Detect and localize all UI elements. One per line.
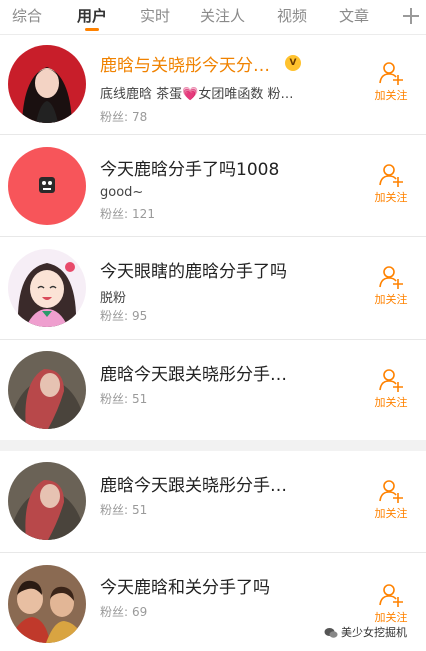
watermark: 美少女挖掘机 <box>324 624 407 640</box>
user-avatar[interactable] <box>8 462 86 540</box>
user-avatar[interactable] <box>8 565 86 643</box>
user-description: good~ <box>100 185 144 200</box>
user-name[interactable]: 鹿晗与关晓彤今天分… <box>100 51 310 76</box>
user-row[interactable]: 今天眼瞎的鹿晗分手了吗 脱粉 粉丝: 95 加关注 <box>0 237 426 340</box>
avatar-photo-icon <box>8 462 86 540</box>
add-user-icon <box>379 164 403 187</box>
user-avatar[interactable] <box>8 249 86 327</box>
fans-count: 粉丝: 69 <box>100 605 148 619</box>
avatar-photo-icon <box>8 351 86 429</box>
add-user-icon <box>379 584 403 607</box>
follow-label: 加关注 <box>374 191 408 204</box>
follow-button[interactable]: 加关注 <box>366 478 416 524</box>
tab-comprehensive[interactable]: 综合 <box>12 5 42 27</box>
add-user-icon <box>379 480 403 503</box>
user-name[interactable]: 鹿晗今天跟关晓彤分手… <box>100 471 310 496</box>
heart-icon: 💗 <box>182 87 199 102</box>
tab-realtime[interactable]: 实时 <box>140 5 170 27</box>
add-user-icon <box>379 369 403 392</box>
user-name[interactable]: 今天鹿晗分手了吗1008 <box>100 155 310 180</box>
section-divider <box>0 440 426 451</box>
tab-articles[interactable]: 文章 <box>339 5 369 27</box>
follow-button[interactable]: 加关注 <box>366 367 416 413</box>
add-tab-icon[interactable] <box>402 7 420 25</box>
fans-count: 粉丝: 78 <box>100 110 148 124</box>
user-description: 脱粉 <box>100 291 127 306</box>
follow-button[interactable]: 加关注 <box>366 60 416 106</box>
fans-count: 粉丝: 95 <box>100 309 148 323</box>
avatar-anime-icon <box>8 249 86 327</box>
wechat-icon <box>324 628 338 638</box>
follow-button[interactable]: 加关注 <box>366 264 416 310</box>
add-user-icon <box>379 266 403 289</box>
user-row[interactable]: 今天鹿晗分手了吗1008 good~ 粉丝: 121 加关注 <box>0 135 426 237</box>
user-description: 底线鹿晗 茶蛋💗女团唯函数 粉… <box>100 87 294 102</box>
active-tab-indicator <box>85 28 99 31</box>
tab-users[interactable]: 用户 <box>77 5 107 27</box>
user-row[interactable]: 鹿晗今天跟关晓彤分手… 粉丝: 51 加关注 <box>0 451 426 553</box>
avatar-cartoon-icon <box>8 147 86 225</box>
user-row[interactable]: 鹿晗与关晓彤今天分… V 底线鹿晗 茶蛋💗女团唯函数 粉… 粉丝: 78 加关注 <box>0 35 426 135</box>
fans-count: 粉丝: 51 <box>100 503 148 517</box>
user-avatar[interactable] <box>8 351 86 429</box>
tab-video[interactable]: 视频 <box>277 5 307 27</box>
user-name[interactable]: 鹿晗今天跟关晓彤分手… <box>100 360 310 385</box>
avatar-photo-icon <box>8 565 86 643</box>
user-row[interactable]: 鹿晗今天跟关晓彤分手… 粉丝: 51 加关注 <box>0 340 426 440</box>
user-avatar[interactable] <box>8 147 86 225</box>
avatar-photo-icon <box>8 45 86 123</box>
vip-badge-icon: V <box>285 55 301 71</box>
add-user-icon <box>379 62 403 85</box>
follow-label: 加关注 <box>374 396 408 409</box>
user-avatar[interactable] <box>8 45 86 123</box>
tab-following[interactable]: 关注人 <box>200 5 245 27</box>
fans-count: 粉丝: 121 <box>100 207 155 221</box>
user-name[interactable]: 今天鹿晗和关分手了吗 <box>100 573 310 598</box>
follow-button[interactable]: 加关注 <box>366 162 416 208</box>
fans-count: 粉丝: 51 <box>100 392 148 406</box>
follow-label: 加关注 <box>374 611 408 624</box>
follow-label: 加关注 <box>374 293 408 306</box>
follow-button[interactable]: 加关注 <box>366 582 416 628</box>
follow-label: 加关注 <box>374 507 408 520</box>
follow-label: 加关注 <box>374 89 408 102</box>
user-name[interactable]: 今天眼瞎的鹿晗分手了吗 <box>100 257 310 282</box>
tab-bar: 综合 用户 实时 关注人 视频 文章 <box>0 0 426 35</box>
